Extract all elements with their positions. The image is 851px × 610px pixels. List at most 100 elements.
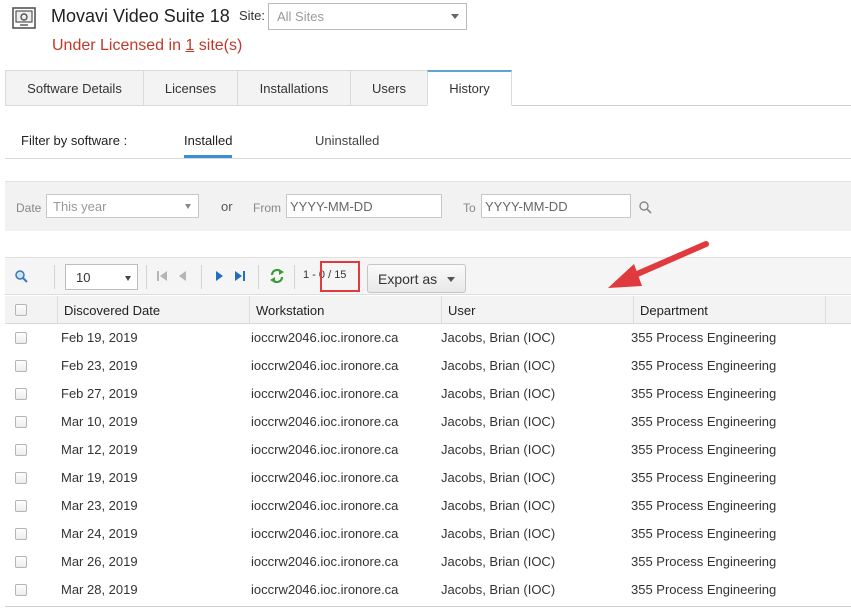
cell-department: 355 Process Engineering	[631, 582, 777, 597]
date-period-select[interactable]: This year	[46, 194, 199, 218]
cell-workstation: ioccrw2046.ioc.ironore.ca	[251, 554, 399, 569]
cell-user: Jacobs, Brian (IOC)	[441, 442, 556, 457]
cell-workstation: ioccrw2046.ioc.ironore.ca	[251, 330, 399, 345]
row-checkbox[interactable]	[15, 332, 27, 344]
cell-department: 355 Process Engineering	[631, 554, 777, 569]
filter-uninstalled[interactable]: Uninstalled	[315, 133, 379, 148]
cell-discovered-date: Mar 28, 2019	[61, 582, 138, 597]
table-row[interactable]: Mar 12, 2019 ioccrw2046.ioc.ironore.ca Jac…	[5, 436, 851, 464]
license-warning-suffix: site(s)	[194, 37, 243, 54]
cell-department: 355 Process Engineering	[631, 442, 777, 457]
toolbar-separator	[258, 265, 259, 289]
site-select[interactable]: All Sites	[268, 3, 467, 30]
tab-licenses[interactable]: Licenses	[143, 70, 238, 106]
cell-department: 355 Process Engineering	[631, 330, 777, 345]
refresh-icon[interactable]	[269, 268, 284, 284]
from-label: From	[253, 201, 281, 215]
filter-installed[interactable]: Installed	[184, 133, 233, 158]
checkbox-header-cell	[5, 296, 58, 324]
export-as-button[interactable]: Export as	[367, 264, 466, 293]
cell-user: Jacobs, Brian (IOC)	[441, 470, 556, 485]
cell-discovered-date: Mar 12, 2019	[61, 442, 138, 457]
row-checkbox[interactable]	[15, 360, 27, 372]
date-filter-bar: Date This year or From YYYY-MM-DD To YYY…	[5, 181, 851, 231]
site-select-value: All Sites	[277, 9, 324, 24]
cell-department: 355 Process Engineering	[631, 414, 777, 429]
tab-installations[interactable]: Installations	[237, 70, 351, 106]
to-date-input[interactable]: YYYY-MM-DD	[481, 194, 631, 218]
table-row[interactable]: Feb 23, 2019 ioccrw2046.ioc.ironore.ca Jac…	[5, 352, 851, 380]
cell-user: Jacobs, Brian (IOC)	[441, 358, 556, 373]
next-page-icon[interactable]	[214, 269, 228, 283]
cell-discovered-date: Feb 19, 2019	[61, 330, 138, 345]
history-table: Discovered Date Workstation User Departm…	[5, 296, 851, 604]
prev-page-icon[interactable]	[178, 269, 192, 283]
grid-toolbar: 10 1 - 0 / 15 Export as	[5, 257, 851, 295]
date-period-value: This year	[53, 199, 107, 214]
cell-discovered-date: Feb 27, 2019	[61, 386, 138, 401]
chevron-down-icon	[451, 14, 459, 19]
cell-department: 355 Process Engineering	[631, 498, 777, 513]
tab-users[interactable]: Users	[350, 70, 428, 106]
search-icon[interactable]	[14, 269, 28, 283]
or-label: or	[221, 199, 233, 214]
cell-workstation: ioccrw2046.ioc.ironore.ca	[251, 414, 399, 429]
page-range-prefix: 1 -	[303, 269, 319, 281]
row-checkbox[interactable]	[15, 444, 27, 456]
cell-user: Jacobs, Brian (IOC)	[441, 330, 556, 345]
toolbar-separator	[201, 265, 202, 289]
row-checkbox[interactable]	[15, 528, 27, 540]
cell-discovered-date: Mar 26, 2019	[61, 554, 138, 569]
date-search-icon[interactable]	[639, 201, 652, 219]
row-checkbox[interactable]	[15, 472, 27, 484]
column-header-department[interactable]: Department	[633, 296, 826, 324]
cell-department: 355 Process Engineering	[631, 386, 777, 401]
tab-history[interactable]: History	[427, 70, 512, 106]
row-checkbox[interactable]	[15, 388, 27, 400]
column-header-discovered-date[interactable]: Discovered Date	[57, 296, 250, 324]
cell-discovered-date: Mar 19, 2019	[61, 470, 138, 485]
column-header-workstation[interactable]: Workstation	[249, 296, 442, 324]
table-body: Feb 19, 2019 ioccrw2046.ioc.ironore.ca Jac…	[5, 324, 851, 604]
chevron-down-icon	[125, 276, 131, 281]
column-header-user[interactable]: User	[441, 296, 634, 324]
cell-user: Jacobs, Brian (IOC)	[441, 554, 556, 569]
page-size-select[interactable]: 10	[65, 264, 138, 290]
row-checkbox[interactable]	[15, 416, 27, 428]
table-row[interactable]: Mar 24, 2019 ioccrw2046.ioc.ironore.ca Jac…	[5, 520, 851, 548]
table-row[interactable]: Feb 19, 2019 ioccrw2046.ioc.ironore.ca Jac…	[5, 324, 851, 352]
cell-user: Jacobs, Brian (IOC)	[441, 582, 556, 597]
chevron-down-icon	[185, 204, 191, 209]
toolbar-separator	[146, 265, 147, 289]
table-row[interactable]: Feb 27, 2019 ioccrw2046.ioc.ironore.ca Jac…	[5, 380, 851, 408]
cell-department: 355 Process Engineering	[631, 526, 777, 541]
first-page-icon[interactable]	[156, 269, 170, 283]
app-monitor-icon	[12, 7, 38, 31]
row-checkbox[interactable]	[15, 500, 27, 512]
last-page-icon[interactable]	[234, 269, 248, 283]
table-row[interactable]: Mar 28, 2019 ioccrw2046.ioc.ironore.ca Jac…	[5, 576, 851, 604]
annotation-arrow	[600, 238, 720, 298]
tab-software-details[interactable]: Software Details	[5, 70, 144, 106]
row-checkbox[interactable]	[15, 556, 27, 568]
table-row[interactable]: Mar 10, 2019 ioccrw2046.ioc.ironore.ca Jac…	[5, 408, 851, 436]
cell-discovered-date: Feb 23, 2019	[61, 358, 138, 373]
export-as-label: Export as	[378, 271, 438, 287]
cell-workstation: ioccrw2046.ioc.ironore.ca	[251, 582, 399, 597]
page-title: Movavi Video Suite 18	[51, 6, 230, 26]
cell-workstation: ioccrw2046.ioc.ironore.ca	[251, 498, 399, 513]
cell-workstation: ioccrw2046.ioc.ironore.ca	[251, 470, 399, 485]
table-row[interactable]: Mar 26, 2019 ioccrw2046.ioc.ironore.ca Jac…	[5, 548, 851, 576]
cell-user: Jacobs, Brian (IOC)	[441, 414, 556, 429]
software-filter: Filter by software : Installed Uninstall…	[5, 122, 851, 159]
table-row[interactable]: Mar 23, 2019 ioccrw2046.ioc.ironore.ca Jac…	[5, 492, 851, 520]
filter-label: Filter by software :	[21, 133, 128, 148]
cell-workstation: ioccrw2046.ioc.ironore.ca	[251, 442, 399, 457]
toolbar-separator	[294, 265, 295, 289]
cell-discovered-date: Mar 10, 2019	[61, 414, 138, 429]
license-count-link[interactable]: 1	[185, 37, 194, 54]
row-checkbox[interactable]	[15, 584, 27, 596]
page-size-value: 10	[76, 270, 91, 285]
table-row[interactable]: Mar 19, 2019 ioccrw2046.ioc.ironore.ca Jac…	[5, 464, 851, 492]
from-date-input[interactable]: YYYY-MM-DD	[286, 194, 442, 218]
